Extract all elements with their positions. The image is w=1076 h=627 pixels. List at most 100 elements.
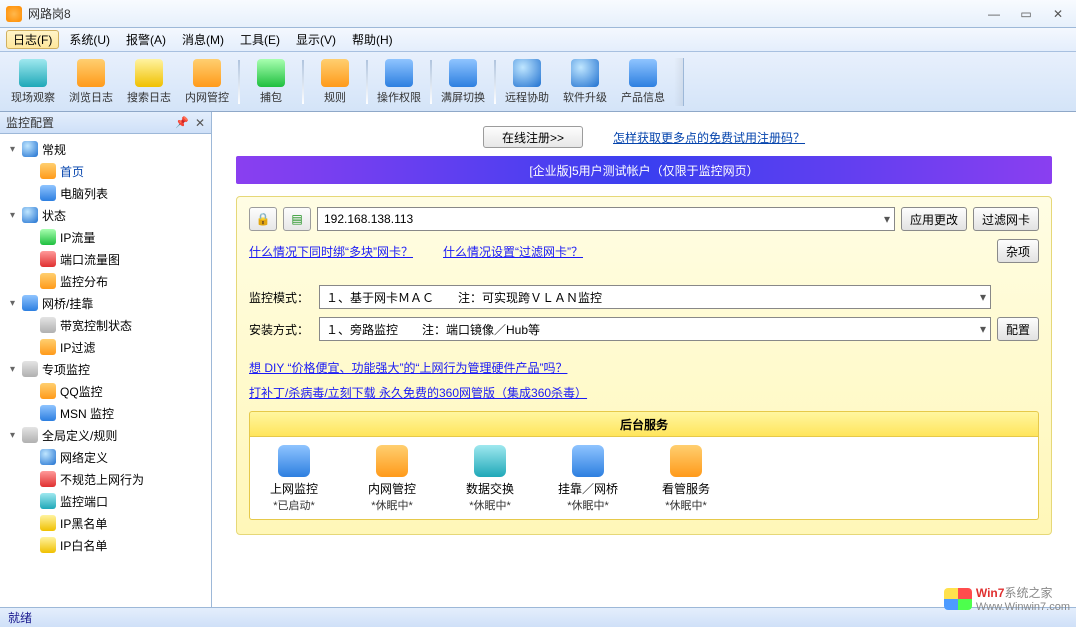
menu-item[interactable]: 日志(F) <box>6 30 59 49</box>
item-icon <box>40 449 56 465</box>
config-button[interactable]: 配置 <box>997 317 1039 341</box>
item-icon <box>40 515 56 531</box>
mode-label: 监控模式： <box>249 289 313 306</box>
service-item[interactable]: 挂靠／网桥*休眠中* <box>548 445 628 513</box>
item-icon <box>40 493 56 509</box>
status-bar: 就绪 <box>0 607 1076 627</box>
item-icon <box>40 273 56 289</box>
register-help-link[interactable]: 怎样获取更多点的免费试用注册码？ <box>613 129 805 146</box>
tree-item[interactable]: 网络定义 <box>0 446 211 468</box>
menu-item[interactable]: 显示(V) <box>288 28 344 51</box>
menu-item[interactable]: 系统(U) <box>61 28 118 51</box>
tree-item[interactable]: 电脑列表 <box>0 182 211 204</box>
minimize-button[interactable]: — <box>982 5 1006 23</box>
service-item[interactable]: 看管服务*休眠中* <box>646 445 726 513</box>
toolbar-button[interactable]: 现场观察 <box>4 55 62 109</box>
toolbar-button[interactable]: 满屏切换 <box>434 55 492 109</box>
service-item[interactable]: 数据交换*休眠中* <box>450 445 530 513</box>
capture-icon <box>257 59 285 87</box>
tree-item[interactable]: IP白名单 <box>0 534 211 556</box>
toolbar-button[interactable]: 操作权限 <box>370 55 428 109</box>
service-icon <box>670 445 702 477</box>
services-body: 上网监控*已启动* 内网管控*休眠中* 数据交换*休眠中* 挂靠／网桥*休眠中* 看管服… <box>249 437 1039 520</box>
toolbar-button[interactable]: 捕包 <box>242 55 300 109</box>
tree-item-label: 监控分布 <box>60 273 108 290</box>
toolbar-button[interactable]: 搜索日志 <box>120 55 178 109</box>
item-icon <box>40 229 56 245</box>
toolbar-separator <box>430 60 432 104</box>
maximize-button[interactable]: ▭ <box>1014 5 1038 23</box>
hint-multi-nic-link[interactable]: 什么情况下同时绑“多块”网卡？ <box>249 243 413 260</box>
misc-button[interactable]: 杂项 <box>997 239 1039 263</box>
tree-item[interactable]: QQ监控 <box>0 380 211 402</box>
toolbar-button[interactable]: 远程协助 <box>498 55 556 109</box>
service-icon <box>278 445 310 477</box>
title-bar: 网路岗8 — ▭ ✕ <box>0 0 1076 28</box>
tree-item[interactable]: 带宽控制状态 <box>0 314 211 336</box>
pin-icon[interactable]: 📌 <box>175 116 189 129</box>
ip-combo[interactable]: 192.168.138.113 <box>317 207 895 231</box>
toolbar-button-label: 浏览日志 <box>69 89 113 105</box>
tree-item[interactable]: MSN 监控 <box>0 402 211 424</box>
install-value: １、旁路监控 注：端口镜像／Hub等 <box>326 321 540 338</box>
toolbar-button[interactable]: 软件升级 <box>556 55 614 109</box>
service-item[interactable]: 上网监控*已启动* <box>254 445 334 513</box>
window-title: 网路岗8 <box>28 5 982 22</box>
ip-value: 192.168.138.113 <box>324 212 413 226</box>
tree-item[interactable]: IP过滤 <box>0 336 211 358</box>
tree-item[interactable]: 监控端口 <box>0 490 211 512</box>
nic-button[interactable]: ▤ <box>283 207 311 231</box>
tree-item[interactable]: 端口流量图 <box>0 248 211 270</box>
service-icon <box>474 445 506 477</box>
tree-item[interactable]: 首页 <box>0 160 211 182</box>
toolbar-button[interactable]: 内网管控 <box>178 55 236 109</box>
menu-item[interactable]: 工具(E) <box>232 28 288 51</box>
tree-group-label: 常规 <box>42 141 66 158</box>
status-text: 就绪 <box>8 609 32 626</box>
remote-icon <box>513 59 541 87</box>
tree-item[interactable]: IP黑名单 <box>0 512 211 534</box>
close-panel-icon[interactable]: ✕ <box>195 116 205 130</box>
hint-filter-nic-link[interactable]: 什么情况设置“过滤网卡”？ <box>443 243 583 260</box>
tree-item-label: 带宽控制状态 <box>60 317 132 334</box>
menu-item[interactable]: 报警(A) <box>118 28 174 51</box>
toolbar-button[interactable]: 浏览日志 <box>62 55 120 109</box>
toolbar-button[interactable]: 规则 <box>306 55 364 109</box>
item-icon <box>40 537 56 553</box>
tree-group[interactable]: ▾专项监控 <box>0 358 211 380</box>
group-icon <box>22 141 38 157</box>
service-status: *已启动* <box>273 497 315 513</box>
tree-item[interactable]: 不规范上网行为 <box>0 468 211 490</box>
toolbar: 现场观察浏览日志搜索日志内网管控捕包 规则操作权限满屏切换远程协助软件升级产品信息 <box>0 52 1076 112</box>
tree-item-label: 网络定义 <box>60 449 108 466</box>
fullscreen-icon <box>449 59 477 87</box>
tree-item[interactable]: IP流量 <box>0 226 211 248</box>
toolbar-button-label: 捕包 <box>260 89 282 105</box>
install-combo[interactable]: １、旁路监控 注：端口镜像／Hub等 <box>319 317 991 341</box>
menu-item[interactable]: 消息(M) <box>174 28 232 51</box>
tree-group[interactable]: ▾常规 <box>0 138 211 160</box>
lock-button[interactable]: 🔒 <box>249 207 277 231</box>
tree-item-label: 首页 <box>60 163 84 180</box>
nic-icon: ▤ <box>291 212 302 226</box>
tree-group[interactable]: ▾全局定义/规则 <box>0 424 211 446</box>
item-icon <box>40 383 56 399</box>
install-label: 安装方式： <box>249 321 313 338</box>
tree-item[interactable]: 监控分布 <box>0 270 211 292</box>
info-icon <box>629 59 657 87</box>
eye-icon <box>19 59 47 87</box>
service-item[interactable]: 内网管控*休眠中* <box>352 445 432 513</box>
menu-item[interactable]: 帮助(H) <box>344 28 401 51</box>
patch-link[interactable]: 打补丁/杀病毒/立刻下载 永久免费的360网管版（集成360杀毒） <box>249 384 587 401</box>
tree-group[interactable]: ▾网桥/挂靠 <box>0 292 211 314</box>
toolbar-button[interactable]: 产品信息 <box>614 55 672 109</box>
mode-combo[interactable]: １、基于网卡ＭＡＣ 注：可实现跨ＶＬＡＮ监控 <box>319 285 991 309</box>
diy-link[interactable]: 想 DIY “价格便宜、功能强大”的“上网行为管理硬件产品”吗？ <box>249 359 567 376</box>
close-button[interactable]: ✕ <box>1046 5 1070 23</box>
apply-button[interactable]: 应用更改 <box>901 207 967 231</box>
tree-group[interactable]: ▾状态 <box>0 204 211 226</box>
register-button[interactable]: 在线注册>> <box>483 126 583 148</box>
filter-nic-button[interactable]: 过滤网卡 <box>973 207 1039 231</box>
content-area: 在线注册>> 怎样获取更多点的免费试用注册码？ [企业版]5用户测试帐户（仅限于… <box>212 112 1076 607</box>
tree-group-label: 网桥/挂靠 <box>42 295 93 312</box>
